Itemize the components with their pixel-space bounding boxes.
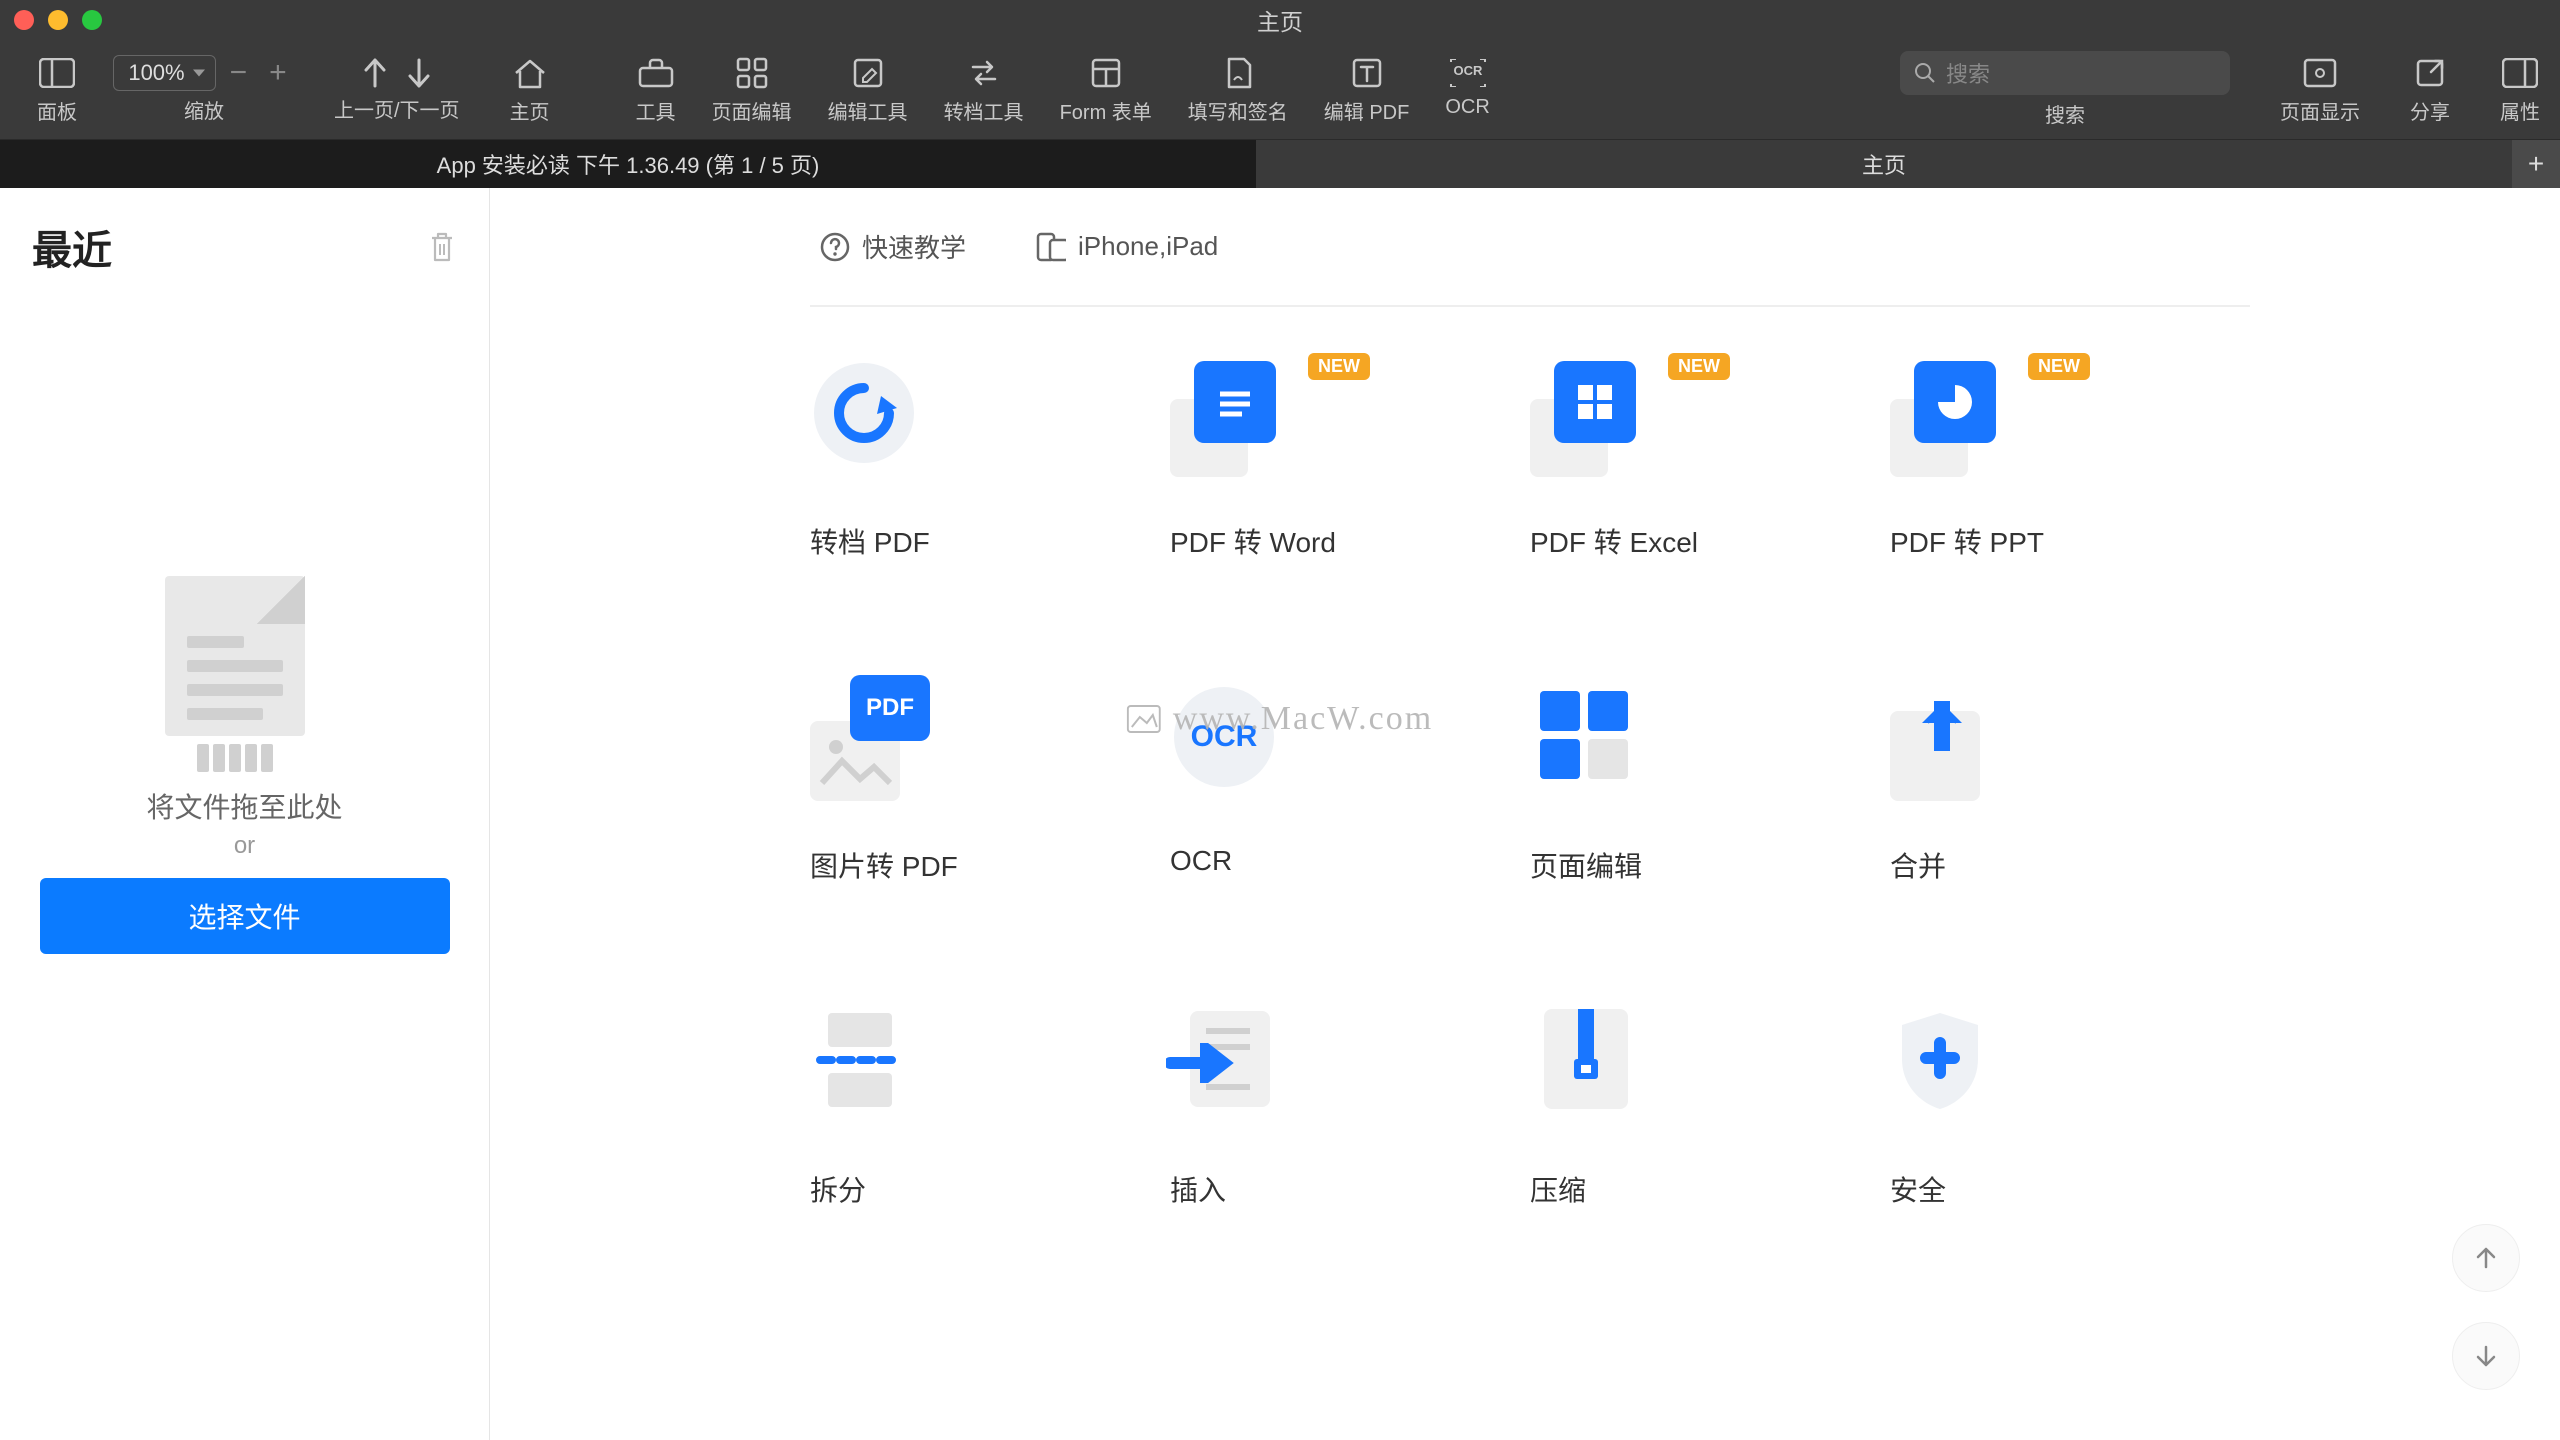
insert-icon: [1170, 1005, 1290, 1125]
grid-icon: [736, 54, 768, 92]
tile-page-edit[interactable]: 页面编辑: [1530, 681, 1890, 885]
image-pdf-icon: PDF: [810, 681, 930, 801]
traffic-lights: [14, 10, 102, 30]
sidebar: 最近 将文件拖至此处 or 选择文件: [0, 188, 490, 1440]
edit-pdf-button[interactable]: 编辑 PDF: [1324, 54, 1410, 125]
scroll-down-button[interactable]: [2452, 1322, 2520, 1390]
zoom-in-button[interactable]: +: [261, 56, 295, 90]
drop-or: or: [234, 832, 255, 860]
divider: [810, 305, 2250, 307]
convert-tools-button[interactable]: 转档工具: [944, 54, 1024, 125]
search-group: 搜索 搜索: [1900, 51, 2230, 128]
shield-icon: [1890, 1005, 2010, 1125]
tile-pdf-to-excel[interactable]: NEW PDF 转 Excel: [1530, 357, 1890, 561]
content: 快速教学 iPhone,iPad 转档 PDF NEW: [490, 188, 2560, 1440]
dropzone[interactable]: 将文件拖至此处 or 选择文件: [0, 576, 489, 954]
page-display-button[interactable]: 页面显示: [2280, 54, 2360, 125]
close-window-button[interactable]: [14, 10, 34, 30]
fill-sign-button[interactable]: 填写和签名: [1188, 54, 1288, 125]
form-icon: [1090, 54, 1122, 92]
tile-compress[interactable]: 压缩: [1530, 1005, 1890, 1209]
form-button[interactable]: Form 表单: [1060, 54, 1152, 125]
tab-document[interactable]: App 安装必读 下午 1.36.49 (第 1 / 5 页): [0, 140, 1256, 188]
prev-page-button[interactable]: [360, 56, 390, 90]
tile-pdf-to-word[interactable]: NEW PDF 转 Word: [1170, 357, 1530, 561]
tile-pdf-to-ppt[interactable]: NEW PDF 转 PPT: [1890, 357, 2250, 561]
scroll-buttons: [2452, 1224, 2520, 1390]
ppt-icon: [1890, 357, 2010, 477]
scroll-up-button[interactable]: [2452, 1224, 2520, 1292]
zoom-control: 100% − + 缩放: [114, 55, 294, 124]
sidebar-title: 最近: [32, 218, 112, 276]
ocr-tile-icon: OCR: [1170, 681, 1290, 801]
next-page-button[interactable]: [404, 56, 434, 90]
trash-icon[interactable]: [427, 230, 457, 264]
properties-button[interactable]: 属性: [2500, 54, 2540, 125]
share-button[interactable]: 分享: [2410, 54, 2450, 125]
new-badge: NEW: [1308, 353, 1370, 380]
ocr-button[interactable]: OCR OCR: [1445, 54, 1489, 119]
main: 最近 将文件拖至此处 or 选择文件 快速教学: [0, 188, 2560, 1440]
tab-home[interactable]: 主页: [1256, 140, 2512, 188]
ocr-icon: OCR: [1448, 54, 1488, 92]
convert-pdf-icon: [810, 357, 930, 477]
tile-merge[interactable]: 合并: [1890, 681, 2250, 885]
panel-icon: [39, 54, 75, 92]
tile-convert-pdf[interactable]: 转档 PDF: [810, 357, 1170, 561]
new-badge: NEW: [1668, 353, 1730, 380]
help-icon: [820, 232, 850, 262]
titlebar: 主页: [0, 0, 2560, 40]
svg-text:OCR: OCR: [1453, 63, 1483, 78]
add-tab-button[interactable]: +: [2512, 140, 2560, 188]
home-button[interactable]: 主页: [510, 40, 550, 139]
tile-security[interactable]: 安全: [1890, 1005, 2250, 1209]
tools-grid: 转档 PDF NEW PDF 转 Word NEW: [810, 357, 2560, 1209]
page-edit-button[interactable]: 页面编辑: [712, 54, 792, 125]
quicklink-mobile[interactable]: iPhone,iPad: [1036, 231, 1218, 262]
page-nav-group: 上一页/下一页: [334, 56, 460, 123]
quicklink-tutorial[interactable]: 快速教学: [820, 228, 966, 265]
tabstrip: App 安装必读 下午 1.36.49 (第 1 / 5 页) 主页 +: [0, 140, 2560, 188]
search-icon: [1914, 62, 1936, 84]
split-icon: [810, 1005, 930, 1125]
window-title: 主页: [1257, 3, 1303, 37]
compress-icon: [1530, 1005, 1650, 1125]
tile-insert[interactable]: 插入: [1170, 1005, 1530, 1209]
page-display-icon: [2303, 54, 2337, 92]
page-edit-icon: [1530, 681, 1650, 801]
search-input[interactable]: 搜索: [1900, 51, 2230, 95]
panel-button[interactable]: 面板: [20, 40, 94, 139]
toolbox-icon: [638, 54, 674, 92]
tile-ocr[interactable]: OCR OCR: [1170, 681, 1530, 885]
new-badge: NEW: [2028, 353, 2090, 380]
tile-split[interactable]: 拆分: [810, 1005, 1170, 1209]
edit-tools-button[interactable]: 编辑工具: [828, 54, 908, 125]
home-icon: [512, 54, 548, 92]
tools-button[interactable]: 工具: [636, 54, 676, 125]
text-box-icon: [1351, 54, 1383, 92]
sign-icon: [1222, 54, 1254, 92]
devices-icon: [1036, 232, 1066, 262]
share-icon: [2415, 54, 2445, 92]
zoom-select[interactable]: 100%: [113, 55, 215, 91]
properties-icon: [2502, 54, 2538, 92]
select-file-button[interactable]: 选择文件: [40, 878, 450, 954]
fullscreen-window-button[interactable]: [82, 10, 102, 30]
minimize-window-button[interactable]: [48, 10, 68, 30]
file-illustration-icon: [165, 576, 325, 756]
tile-image-to-pdf[interactable]: PDF 图片转 PDF: [810, 681, 1170, 885]
zoom-out-button[interactable]: −: [222, 56, 256, 90]
word-icon: [1170, 357, 1290, 477]
drop-text: 将文件拖至此处: [146, 786, 342, 826]
edit-doc-icon: [852, 54, 884, 92]
toolbar: 面板 100% − + 缩放 上一页/下一页 主页: [0, 40, 2560, 140]
excel-icon: [1530, 357, 1650, 477]
convert-icon: [967, 54, 1001, 92]
merge-icon: [1890, 681, 2010, 801]
